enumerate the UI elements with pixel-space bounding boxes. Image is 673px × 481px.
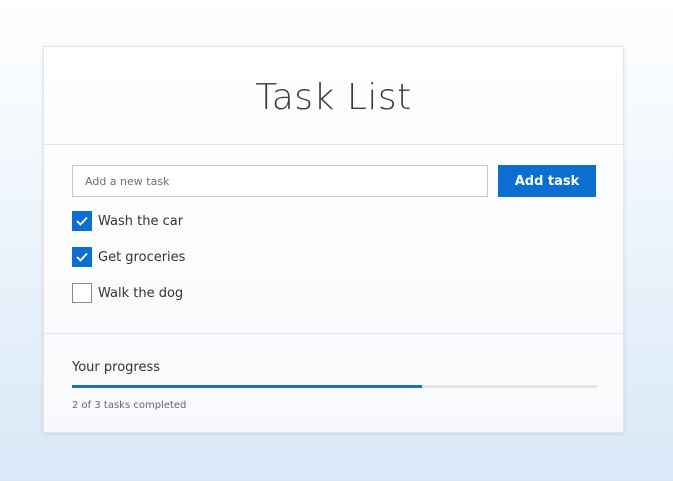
progress-section: Your progress 2 of 3 tasks completed [44, 334, 623, 434]
checkmark-icon [76, 216, 88, 226]
card-header: Task List [44, 47, 623, 145]
new-task-row: Add task [72, 165, 597, 197]
task-label: Wash the car [98, 213, 184, 229]
task-item: Get groceries [72, 247, 185, 267]
checkmark-icon [76, 252, 88, 262]
task-item: Walk the dog [72, 283, 185, 303]
progress-bar [72, 385, 597, 388]
task-label: Walk the dog [98, 285, 184, 301]
task-checkbox[interactable] [72, 211, 92, 231]
task-list: Wash the car Get groceries Walk the dog [72, 211, 185, 319]
tasks-section: Add task Wash the car Get groceries [44, 145, 623, 334]
task-label: Get groceries [98, 249, 186, 265]
progress-title: Your progress [72, 360, 161, 375]
page-title: Task List [255, 77, 412, 118]
new-task-input[interactable] [72, 165, 488, 197]
task-checkbox[interactable] [72, 247, 92, 267]
task-checkbox[interactable] [72, 283, 92, 303]
progress-summary: 2 of 3 tasks completed [72, 400, 187, 411]
progress-bar-fill [72, 385, 423, 388]
task-list-card: Task List Add task Wash the car [43, 46, 624, 433]
task-item: Wash the car [72, 211, 185, 231]
add-task-button[interactable]: Add task [498, 165, 596, 197]
